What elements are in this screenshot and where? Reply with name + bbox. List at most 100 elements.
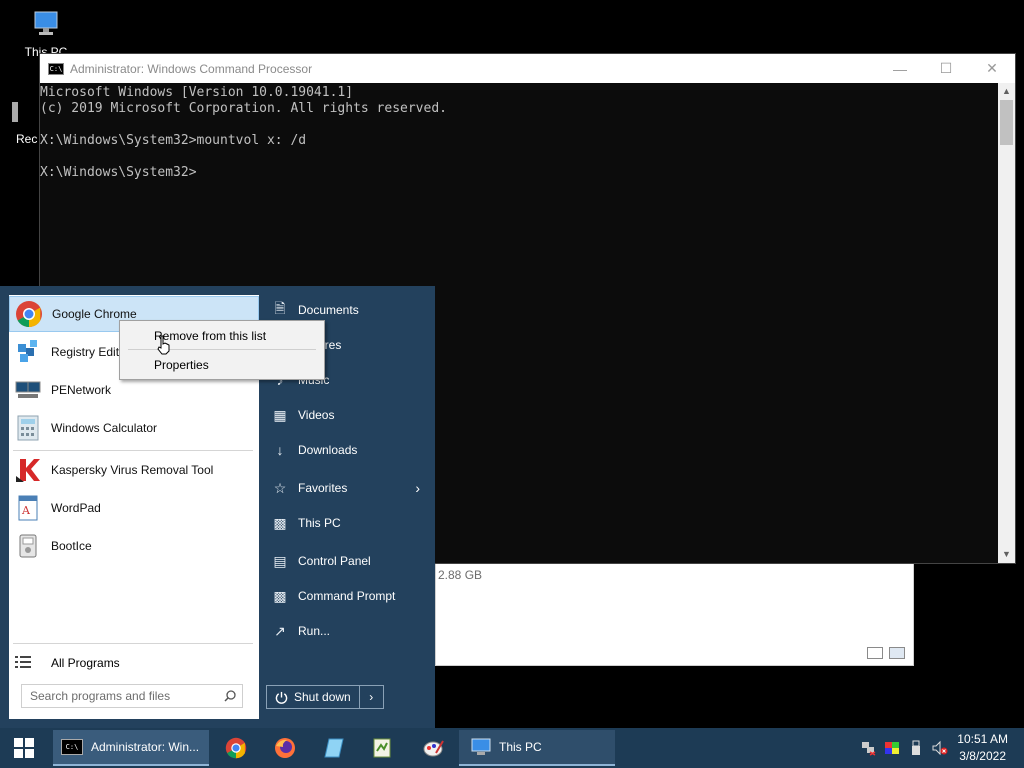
all-programs-button[interactable]: All Programs: [9, 649, 259, 677]
shutdown-label: Shut down: [294, 690, 351, 704]
desktop-icon-recycle-bin[interactable]: Rec: [10, 100, 40, 146]
control-panel-icon: ▤: [273, 552, 287, 569]
context-menu: Remove from this list Properties: [119, 320, 325, 380]
place-videos[interactable]: ▦ Videos: [262, 400, 432, 430]
videos-icon: ▦: [273, 406, 287, 423]
program-label: WordPad: [51, 501, 101, 515]
star-icon: ☆: [273, 479, 287, 496]
volume-muted-icon[interactable]: [932, 740, 948, 756]
run-icon: ↗: [274, 622, 286, 639]
paint-icon: [423, 740, 444, 757]
program-label: Windows Calculator: [51, 421, 158, 435]
place-downloads[interactable]: ↓ Downloads: [262, 435, 432, 465]
details-view-icon[interactable]: [867, 647, 883, 659]
place-command-prompt[interactable]: ▩ Command Prompt: [262, 581, 432, 611]
taskbar-item-cmd[interactable]: C:\ Administrator: Win...: [53, 730, 209, 766]
place-label: Documents: [298, 303, 359, 317]
documents-icon: 🗎: [274, 300, 286, 316]
clock-time: 10:51 AM: [957, 732, 1008, 746]
program-item-bootice[interactable]: BootIce: [9, 528, 259, 564]
this-pc-icon: [34, 11, 58, 35]
cmd-icon: C:\: [61, 739, 83, 755]
desktop-icon-this-pc[interactable]: This PC: [16, 8, 76, 59]
program-item-wordpad[interactable]: A WordPad: [9, 490, 259, 526]
search-input[interactable]: Search programs and files: [21, 684, 243, 708]
firefox-icon: [275, 738, 295, 758]
taskbar-item-this-pc[interactable]: This PC: [459, 730, 615, 766]
place-run[interactable]: ↗ Run...: [262, 616, 432, 646]
taskbar: C:\ Administrator: Win... This PC 10:51 …: [0, 728, 1024, 768]
display-icon[interactable]: [884, 740, 900, 756]
program-label: PENetwork: [51, 383, 112, 397]
place-this-pc[interactable]: ▩ This PC: [262, 508, 432, 538]
chrome-icon: [225, 737, 247, 759]
scroll-down-arrow-icon[interactable]: ▼: [998, 546, 1015, 563]
scroll-up-arrow-icon[interactable]: ▲: [998, 83, 1015, 100]
place-label: Favorites: [298, 481, 348, 495]
shutdown-group: Shut down ›: [266, 685, 384, 709]
power-icon: [275, 691, 288, 704]
svg-text:A: A: [21, 504, 31, 517]
place-label: Control Panel: [298, 554, 371, 568]
list-icon: [15, 655, 31, 668]
scroll-thumb[interactable]: [1000, 100, 1013, 145]
windows-logo-icon: [14, 738, 34, 758]
window-title: Administrator: Windows Command Processor: [70, 61, 313, 76]
command-prompt-icon: ▩: [273, 587, 287, 604]
close-button[interactable]: ✕: [969, 54, 1015, 83]
start-button[interactable]: [0, 728, 48, 768]
taskbar-pin-editor[interactable]: [368, 734, 396, 762]
taskbar-pin-chrome[interactable]: [222, 734, 250, 762]
hand-cursor-icon: [157, 335, 170, 355]
wordpad-icon: A: [18, 495, 38, 521]
search-icon[interactable]: [224, 690, 236, 702]
shutdown-options-arrow-icon[interactable]: ›: [359, 685, 384, 709]
taskbar-item-label: Administrator: Win...: [91, 740, 200, 754]
taskbar-pin-paint[interactable]: [419, 734, 447, 762]
console-line: X:\Windows\System32>: [40, 165, 197, 180]
console-line: (c) 2019 Microsoft Corporation. All righ…: [40, 101, 447, 116]
place-favorites[interactable]: ☆ Favorites ›: [262, 473, 432, 503]
place-control-panel[interactable]: ▤ Control Panel: [262, 546, 432, 576]
all-programs-label: All Programs: [51, 656, 120, 670]
network-icon[interactable]: [860, 740, 876, 756]
tiles-view-icon[interactable]: [889, 647, 905, 659]
kaspersky-icon: [16, 459, 40, 482]
minimize-button[interactable]: —: [877, 54, 923, 83]
clock-date: 3/8/2022: [959, 749, 1006, 763]
console-line: Microsoft Windows [Version 10.0.19041.1]: [40, 85, 354, 100]
taskbar-pin-firefox[interactable]: [271, 734, 299, 762]
usb-icon[interactable]: [908, 740, 924, 756]
taskbar-item-label: This PC: [499, 740, 542, 754]
search-placeholder: Search programs and files: [30, 689, 171, 703]
bootice-icon: [19, 534, 37, 558]
notepad-icon: [324, 738, 344, 758]
program-item-kaspersky[interactable]: Kaspersky Virus Removal Tool: [9, 452, 259, 488]
clock[interactable]: 10:51 AM 3/8/2022: [957, 731, 1008, 765]
desktop-icon-label: Rec: [16, 132, 38, 146]
place-label: This PC: [298, 516, 341, 530]
console-line: X:\Windows\System32>mountvol x: /d: [40, 133, 307, 148]
place-label: Run...: [298, 624, 331, 638]
program-label: BootIce: [51, 539, 92, 553]
program-label: Google Chrome: [52, 307, 137, 321]
computer-icon: ▩: [273, 514, 287, 531]
divider: [13, 450, 253, 451]
menu-item-properties[interactable]: Properties: [154, 358, 209, 372]
calculator-icon: [17, 415, 39, 441]
vertical-scrollbar[interactable]: ▲ ▼: [998, 83, 1015, 563]
maximize-button[interactable]: ☐: [923, 54, 969, 83]
program-item-windows-calculator[interactable]: Windows Calculator: [9, 410, 259, 446]
explorer-window[interactable]: 2.88 GB: [435, 563, 914, 666]
chrome-icon: [16, 301, 42, 328]
penetwork-icon: [15, 381, 41, 398]
place-label: Downloads: [298, 443, 358, 457]
divider: [13, 643, 253, 644]
chevron-right-icon: ›: [415, 480, 420, 496]
downloads-icon: ↓: [276, 442, 284, 458]
shutdown-button[interactable]: Shut down: [266, 685, 360, 709]
taskbar-pin-notepad[interactable]: [320, 734, 348, 762]
title-bar[interactable]: C:\ Administrator: Windows Command Proce…: [40, 54, 1015, 83]
place-label: Videos: [298, 408, 335, 422]
